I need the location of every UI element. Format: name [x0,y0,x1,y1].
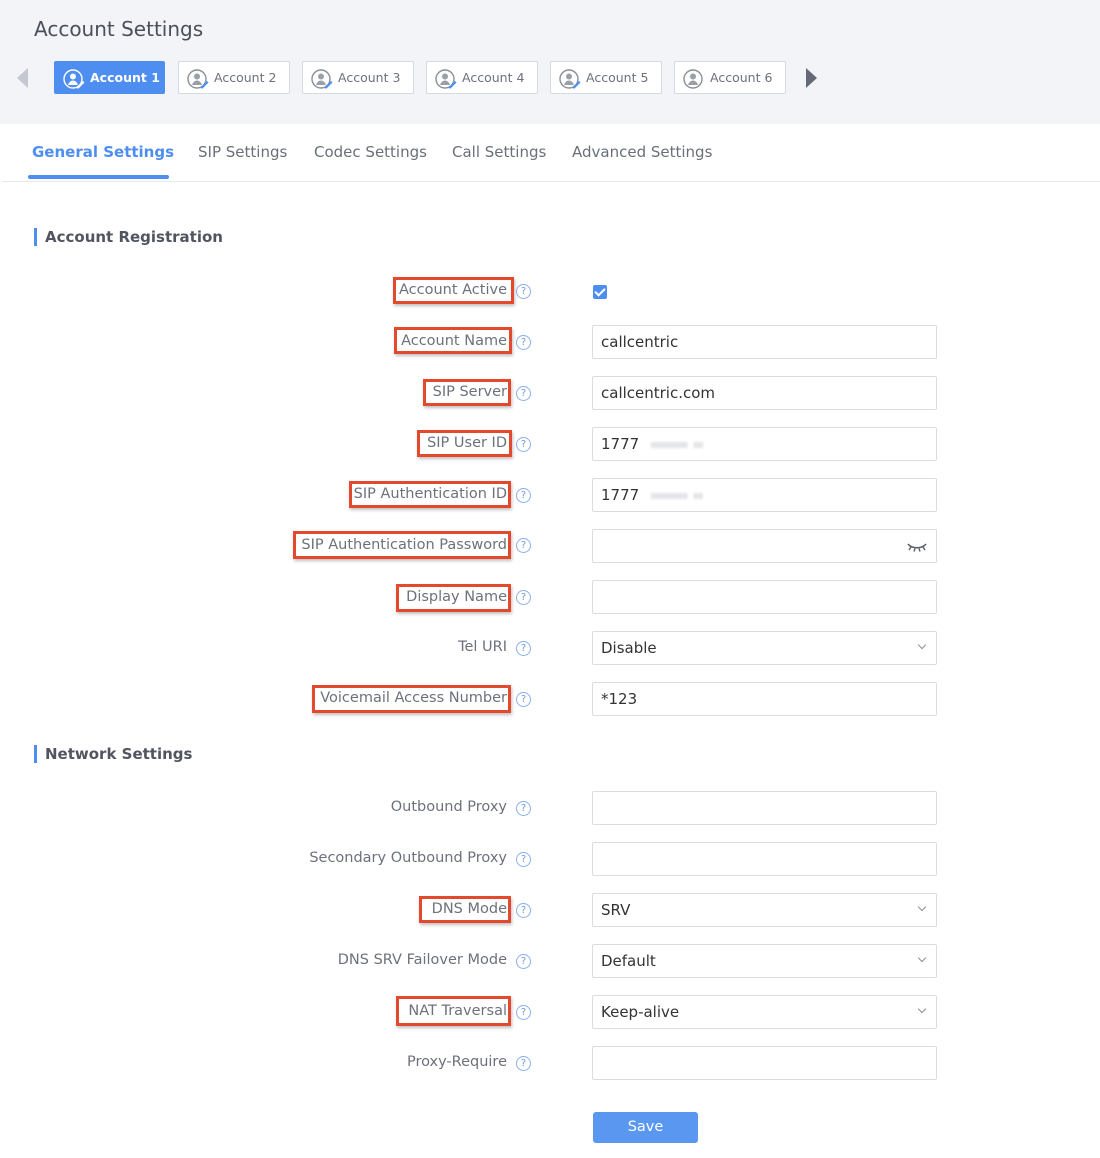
help-icon[interactable]: ? [516,903,531,918]
nat-traversal-value: Keep-alive [601,1003,680,1021]
account-tab-label: Account 6 [710,70,773,85]
sip-auth-id-input[interactable]: 1777 [592,478,937,512]
voicemail-number-label: Voicemail Access Number [320,690,507,706]
tab-call-settings[interactable]: Call Settings [452,143,546,161]
chevron-down-icon [917,1004,927,1014]
help-icon[interactable]: ? [516,488,531,503]
sip-user-id-value: 1777 [601,435,640,453]
tab-codec-settings[interactable]: Codec Settings [314,143,427,161]
help-icon[interactable]: ? [516,954,531,969]
tab-sip-settings[interactable]: SIP Settings [198,143,287,161]
dns-mode-value: SRV [601,901,631,919]
tel-uri-select[interactable]: Disable [592,631,937,665]
sip-user-id-input[interactable]: 1777 [592,427,937,461]
account-active-checkbox[interactable] [593,285,607,299]
account-active-label: Account Active [398,282,507,298]
help-icon[interactable]: ? [516,590,531,605]
next-account-arrow-icon[interactable] [806,68,817,88]
dns-srv-failover-value: Default [601,952,656,970]
sip-auth-password-input[interactable] [592,529,937,563]
sip-server-input[interactable]: callcentric.com [592,376,937,410]
sip-server-label: SIP Server [432,384,507,400]
voicemail-number-value: *123 [601,690,638,708]
sip-auth-id-value: 1777 [601,486,640,504]
dns-srv-failover-select[interactable]: Default [592,944,937,978]
outbound-proxy-label: Outbound Proxy [390,799,507,815]
redacted-text [651,492,704,499]
user-edit-icon [63,69,85,89]
dns-srv-failover-label: DNS SRV Failover Mode [337,952,507,968]
help-icon[interactable]: ? [516,641,531,656]
page-title: Account Settings [34,17,204,41]
user-edit-icon [435,69,457,89]
tab-advanced-settings[interactable]: Advanced Settings [572,143,712,161]
account-tab-label: Account 3 [338,70,401,85]
sip-auth-password-label: SIP Authentication Password [301,537,507,553]
help-icon[interactable]: ? [516,437,531,452]
account-tab-label: Account 4 [462,70,525,85]
voicemail-number-input[interactable]: *123 [592,682,937,716]
display-name-input[interactable] [592,580,937,614]
dns-mode-label: DNS Mode [431,901,507,917]
redacted-text [651,441,704,448]
sip-server-value: callcentric.com [601,384,716,402]
tel-uri-label: Tel URI [458,639,507,655]
proxy-require-input[interactable] [592,1046,937,1080]
account-tab-3[interactable]: Account 3 [302,61,414,94]
save-button[interactable]: Save [593,1112,698,1143]
help-icon[interactable]: ? [516,1005,531,1020]
chevron-down-icon [917,640,927,650]
help-icon[interactable]: ? [516,1056,531,1071]
eye-closed-icon[interactable] [907,539,927,553]
account-tab-label: Account 5 [586,70,649,85]
prev-account-arrow-icon[interactable] [17,68,28,88]
help-icon[interactable]: ? [516,801,531,816]
account-tab-1[interactable]: Account 1 [54,61,165,94]
help-icon[interactable]: ? [516,692,531,707]
account-name-label: Account Name [401,333,507,349]
account-tab-4[interactable]: Account 4 [426,61,538,94]
secondary-outbound-proxy-label: Secondary Outbound Proxy [309,850,507,866]
section-account-registration: Account Registration [34,228,223,246]
account-tab-label: Account 1 [90,70,160,85]
outbound-proxy-input[interactable] [592,791,937,825]
account-tab-5[interactable]: Account 5 [550,61,662,94]
sip-auth-id-label: SIP Authentication ID [353,486,507,502]
active-tab-indicator [28,175,169,179]
account-name-value: callcentric [601,333,679,351]
nat-traversal-select[interactable]: Keep-alive [592,995,937,1029]
chevron-down-icon [917,902,927,912]
proxy-require-label: Proxy-Require [406,1054,507,1070]
tab-general-settings[interactable]: General Settings [32,143,174,161]
account-name-input[interactable]: callcentric [592,325,937,359]
section-network-settings: Network Settings [34,745,192,763]
user-edit-icon [311,69,333,89]
sip-user-id-label: SIP User ID [427,435,507,451]
help-icon[interactable]: ? [516,284,531,299]
help-icon[interactable]: ? [516,335,531,350]
user-edit-icon [559,69,581,89]
account-tab-2[interactable]: Account 2 [178,61,290,94]
user-edit-icon [187,69,209,89]
account-tab-6[interactable]: Account 6 [674,61,786,94]
user-icon [683,69,703,89]
nat-traversal-label: NAT Traversal [408,1003,507,1019]
help-icon[interactable]: ? [516,386,531,401]
account-tab-label: Account 2 [214,70,277,85]
tel-uri-value: Disable [601,639,657,657]
help-icon[interactable]: ? [516,538,531,553]
help-icon[interactable]: ? [516,852,531,867]
dns-mode-select[interactable]: SRV [592,893,937,927]
secondary-outbound-proxy-input[interactable] [592,842,937,876]
chevron-down-icon [917,953,927,963]
display-name-label: Display Name [406,589,507,605]
